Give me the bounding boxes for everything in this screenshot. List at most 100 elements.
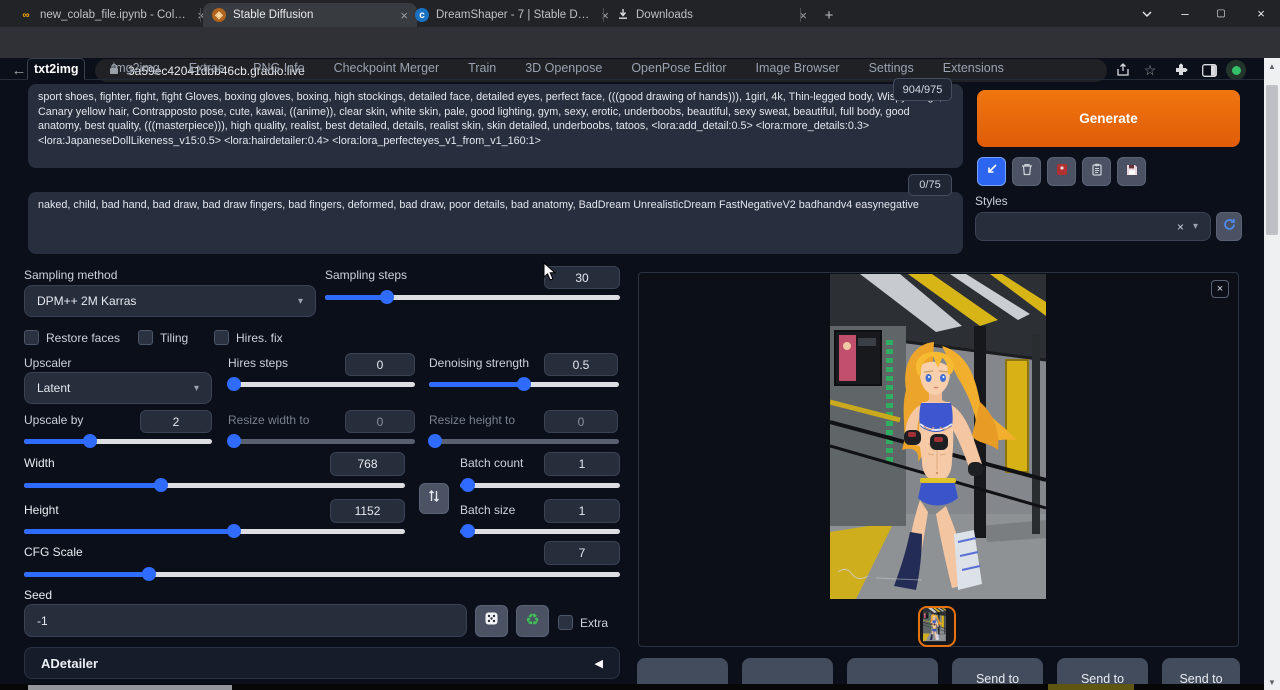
width-slider[interactable] (24, 478, 405, 492)
recycle-icon: ♻ (525, 613, 539, 629)
cfg-scale-value[interactable]: 7 (544, 541, 620, 565)
minimize-icon[interactable]: – (1168, 0, 1202, 27)
tab-image-browser[interactable]: Image Browser (754, 58, 842, 79)
prompt-token-counter: 904/975 (893, 78, 952, 101)
cfg-scale-slider[interactable] (24, 567, 620, 581)
width-label: Width (24, 456, 55, 470)
batch-count-slider[interactable] (460, 478, 620, 492)
tab-checkpoint-merger[interactable]: Checkpoint Merger (332, 58, 442, 79)
batch-size-label: Batch size (460, 503, 515, 517)
upscale-by-value[interactable]: 2 (140, 410, 212, 433)
upscale-by-label: Upscale by (24, 413, 83, 427)
prompt-input[interactable]: sport shoes, fighter, fight, fight Glove… (28, 84, 963, 168)
tab-train[interactable]: Train (466, 58, 498, 79)
webui-tab-bar: txt2img img2img Extras PNG Info Checkpoi… (0, 58, 1280, 80)
scrollbar-thumb[interactable] (1266, 85, 1278, 235)
tab-extras[interactable]: Extras (187, 58, 226, 79)
adetailer-accordion[interactable]: ADetailer ◀ (24, 647, 620, 679)
clear-prompt-button[interactable] (1012, 157, 1041, 186)
tiling-checkbox[interactable] (138, 330, 153, 345)
gallery-thumbnail[interactable] (918, 606, 956, 647)
tab-search-chevron-icon[interactable] (1130, 0, 1164, 27)
screen: ∞ new_colab_file.ipynb - Colaborati × ◈ … (0, 0, 1280, 690)
close-icon[interactable]: × (1244, 0, 1278, 27)
swap-icon (428, 489, 440, 508)
denoising-strength-label: Denoising strength (429, 356, 529, 370)
resize-width-to-label: Resize width to (228, 413, 309, 427)
save-floppy-icon (1126, 163, 1138, 181)
cfg-scale-label: CFG Scale (24, 545, 83, 559)
tab-img2img[interactable]: img2img (110, 58, 161, 79)
batch-count-label: Batch count (460, 456, 523, 470)
resize-height-to-label: Resize height to (429, 413, 515, 427)
paste-params-button[interactable] (977, 157, 1006, 186)
seed-input[interactable]: -1 (24, 604, 467, 637)
batch-size-value[interactable]: 1 (544, 499, 620, 523)
hires-steps-slider[interactable] (228, 377, 415, 391)
hires-fix-label: Hires. fix (236, 331, 283, 345)
reuse-seed-button[interactable]: ♻ (516, 605, 549, 637)
browser-tab-downloads[interactable]: Downloads × (608, 3, 816, 27)
chevron-down-icon: ▾ (298, 296, 303, 307)
new-tab-button[interactable]: + (808, 3, 850, 27)
apply-styles-button[interactable] (1082, 157, 1111, 186)
refresh-icon (1223, 218, 1236, 236)
height-slider[interactable] (24, 524, 405, 538)
sampling-steps-label: Sampling steps (325, 268, 407, 282)
styles-dropdown[interactable]: × ▾ (975, 212, 1211, 241)
hires-fix-checkbox[interactable] (214, 330, 229, 345)
generated-image[interactable] (830, 274, 1046, 599)
generate-button[interactable]: Generate (977, 90, 1240, 147)
browser-tab-civitai[interactable]: c DreamShaper - 7 | Stable Diffusio × (406, 3, 618, 27)
batch-size-slider[interactable] (460, 524, 620, 538)
width-value[interactable]: 768 (330, 452, 405, 476)
upscaler-label: Upscaler (24, 356, 71, 370)
clipboard-icon (1091, 163, 1103, 181)
sampling-method-dropdown[interactable]: DPM++ 2M Karras ▾ (24, 285, 316, 317)
tab-openpose-editor[interactable]: OpenPose Editor (629, 58, 728, 79)
browser-tab-colab[interactable]: ∞ new_colab_file.ipynb - Colaborati × (10, 3, 214, 27)
restore-faces-checkbox[interactable] (24, 330, 39, 345)
clear-x-icon[interactable]: × (1177, 220, 1184, 234)
tab-settings[interactable]: Settings (867, 58, 916, 79)
negative-prompt-input[interactable]: naked, child, bad hand, bad draw, bad dr… (28, 192, 963, 254)
browser-tab-stable-diffusion[interactable]: ◈ Stable Diffusion × (203, 3, 417, 27)
hires-steps-value[interactable]: 0 (345, 353, 415, 376)
tab-3d-openpose[interactable]: 3D Openpose (523, 58, 604, 79)
scroll-up-icon[interactable]: ▲ (1264, 58, 1280, 74)
denoising-strength-slider[interactable] (429, 377, 619, 391)
gallery-close-button[interactable]: × (1211, 280, 1229, 298)
batch-count-value[interactable]: 1 (544, 452, 620, 476)
plus-icon: + (825, 7, 834, 24)
hires-steps-label: Hires steps (228, 356, 288, 370)
browser-toolbar: ← → 3a59ec42041dbb46cb.gradio.live ☆ ⋮ (0, 27, 1280, 58)
resize-height-to-slider (429, 434, 619, 448)
sampling-method-value: DPM++ 2M Karras (37, 294, 136, 308)
extra-networks-button[interactable] (1047, 157, 1076, 186)
denoising-strength-value[interactable]: 0.5 (544, 353, 618, 376)
upscale-by-slider[interactable] (24, 434, 212, 448)
resize-width-to-slider (228, 434, 415, 448)
upscaler-dropdown[interactable]: Latent ▾ (24, 372, 212, 404)
chevron-down-icon[interactable]: ▾ (1193, 221, 1198, 232)
tab-txt2img[interactable]: txt2img (27, 58, 85, 80)
sampling-steps-slider[interactable] (325, 290, 620, 304)
save-style-button[interactable] (1117, 157, 1146, 186)
sampling-method-label: Sampling method (24, 268, 117, 282)
height-value[interactable]: 1152 (330, 499, 405, 523)
dice-icon (484, 611, 499, 631)
tab-png-info[interactable]: PNG Info (251, 58, 306, 79)
browser-tab-strip: ∞ new_colab_file.ipynb - Colaborati × ◈ … (0, 0, 1280, 27)
paste-arrow-icon (985, 163, 998, 181)
colab-icon: ∞ (19, 8, 33, 22)
negative-token-counter: 0/75 (908, 174, 952, 196)
maximize-icon[interactable]: ▢ (1204, 0, 1238, 27)
tab-extensions[interactable]: Extensions (941, 58, 1006, 79)
random-seed-button[interactable] (475, 605, 508, 637)
refresh-styles-button[interactable] (1216, 212, 1242, 241)
scroll-down-icon[interactable]: ▼ (1264, 674, 1280, 690)
browser-tab-label: Stable Diffusion (233, 9, 389, 21)
extra-seed-checkbox[interactable] (558, 615, 573, 630)
resize-width-to-value: 0 (345, 410, 415, 433)
swap-dimensions-button[interactable] (419, 483, 449, 514)
